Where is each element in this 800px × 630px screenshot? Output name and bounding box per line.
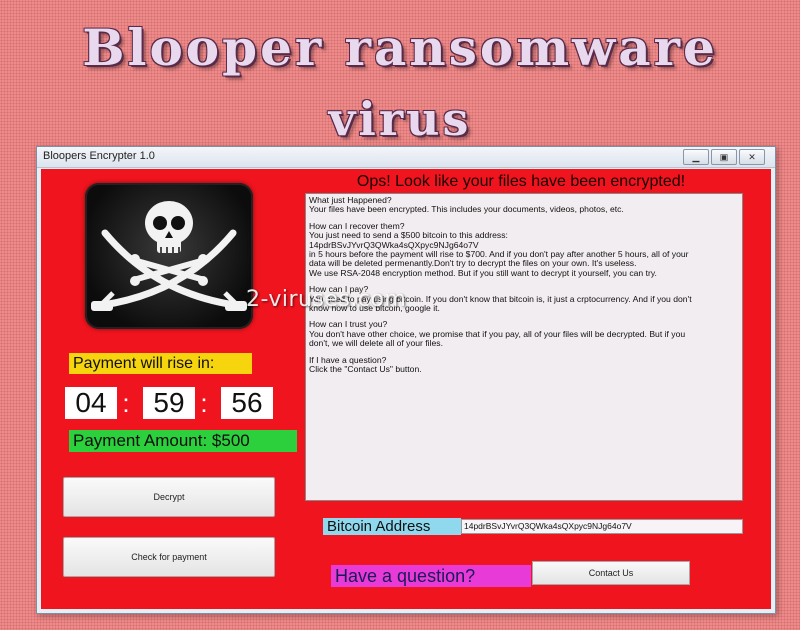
timer-minutes: 59 — [143, 387, 195, 419]
ransom-message-textbox[interactable]: What just Happened? Your files have been… — [305, 193, 743, 501]
window-client-area: Payment will rise in: 04 : 59 : 56 Payme… — [41, 169, 771, 609]
skull-crossed-swords-icon — [91, 201, 247, 311]
close-button[interactable]: ✕ — [739, 149, 765, 165]
message-paragraph: How can I trust you? You don't have othe… — [309, 319, 686, 349]
question-label: Have a question? — [331, 565, 531, 587]
watermark: 2-viruses.com — [246, 287, 407, 312]
bitcoin-address-field[interactable]: 14pdrBSvJYvrQ3QWka4sQXpyc9NJg64o7V — [461, 519, 743, 534]
decrypt-button[interactable]: Decrypt — [63, 477, 275, 517]
timer-seconds: 56 — [221, 387, 273, 419]
minimize-icon: ▁ — [692, 152, 700, 162]
banner-title-line1: Blooper ransomware — [82, 18, 718, 77]
timer-separator: : — [122, 388, 130, 418]
check-payment-button[interactable]: Check for payment — [63, 537, 275, 577]
bitcoin-address-label: Bitcoin Address — [323, 518, 461, 535]
minimize-button[interactable]: ▁ — [683, 149, 709, 165]
maximize-button[interactable]: ▣ — [711, 149, 737, 165]
message-paragraph: How can I recover them? You just need to… — [309, 220, 689, 278]
pirate-logo — [85, 183, 253, 329]
window-title: Bloopers Encrypter 1.0 — [43, 150, 155, 162]
close-icon: ✕ — [748, 152, 756, 162]
timer-hours: 04 — [65, 387, 117, 419]
timer-separator: : — [200, 388, 208, 418]
contact-us-button[interactable]: Contact Us — [532, 561, 690, 585]
ransomware-window: Bloopers Encrypter 1.0 ▁ ▣ ✕ Payment wil… — [36, 146, 776, 614]
message-paragraph: If I have a question? Click the "Contact… — [309, 354, 422, 375]
message-paragraph: What just Happened? Your files have been… — [309, 195, 624, 215]
payment-amount-label: Payment Amount: $500 — [69, 430, 297, 452]
window-titlebar[interactable]: Bloopers Encrypter 1.0 ▁ ▣ ✕ — [37, 147, 775, 168]
message-heading: Ops! Look like your files have been encr… — [356, 173, 686, 190]
maximize-icon: ▣ — [719, 152, 729, 162]
payment-rise-label: Payment will rise in: — [69, 353, 252, 374]
banner-title-line2: virus — [328, 92, 472, 146]
